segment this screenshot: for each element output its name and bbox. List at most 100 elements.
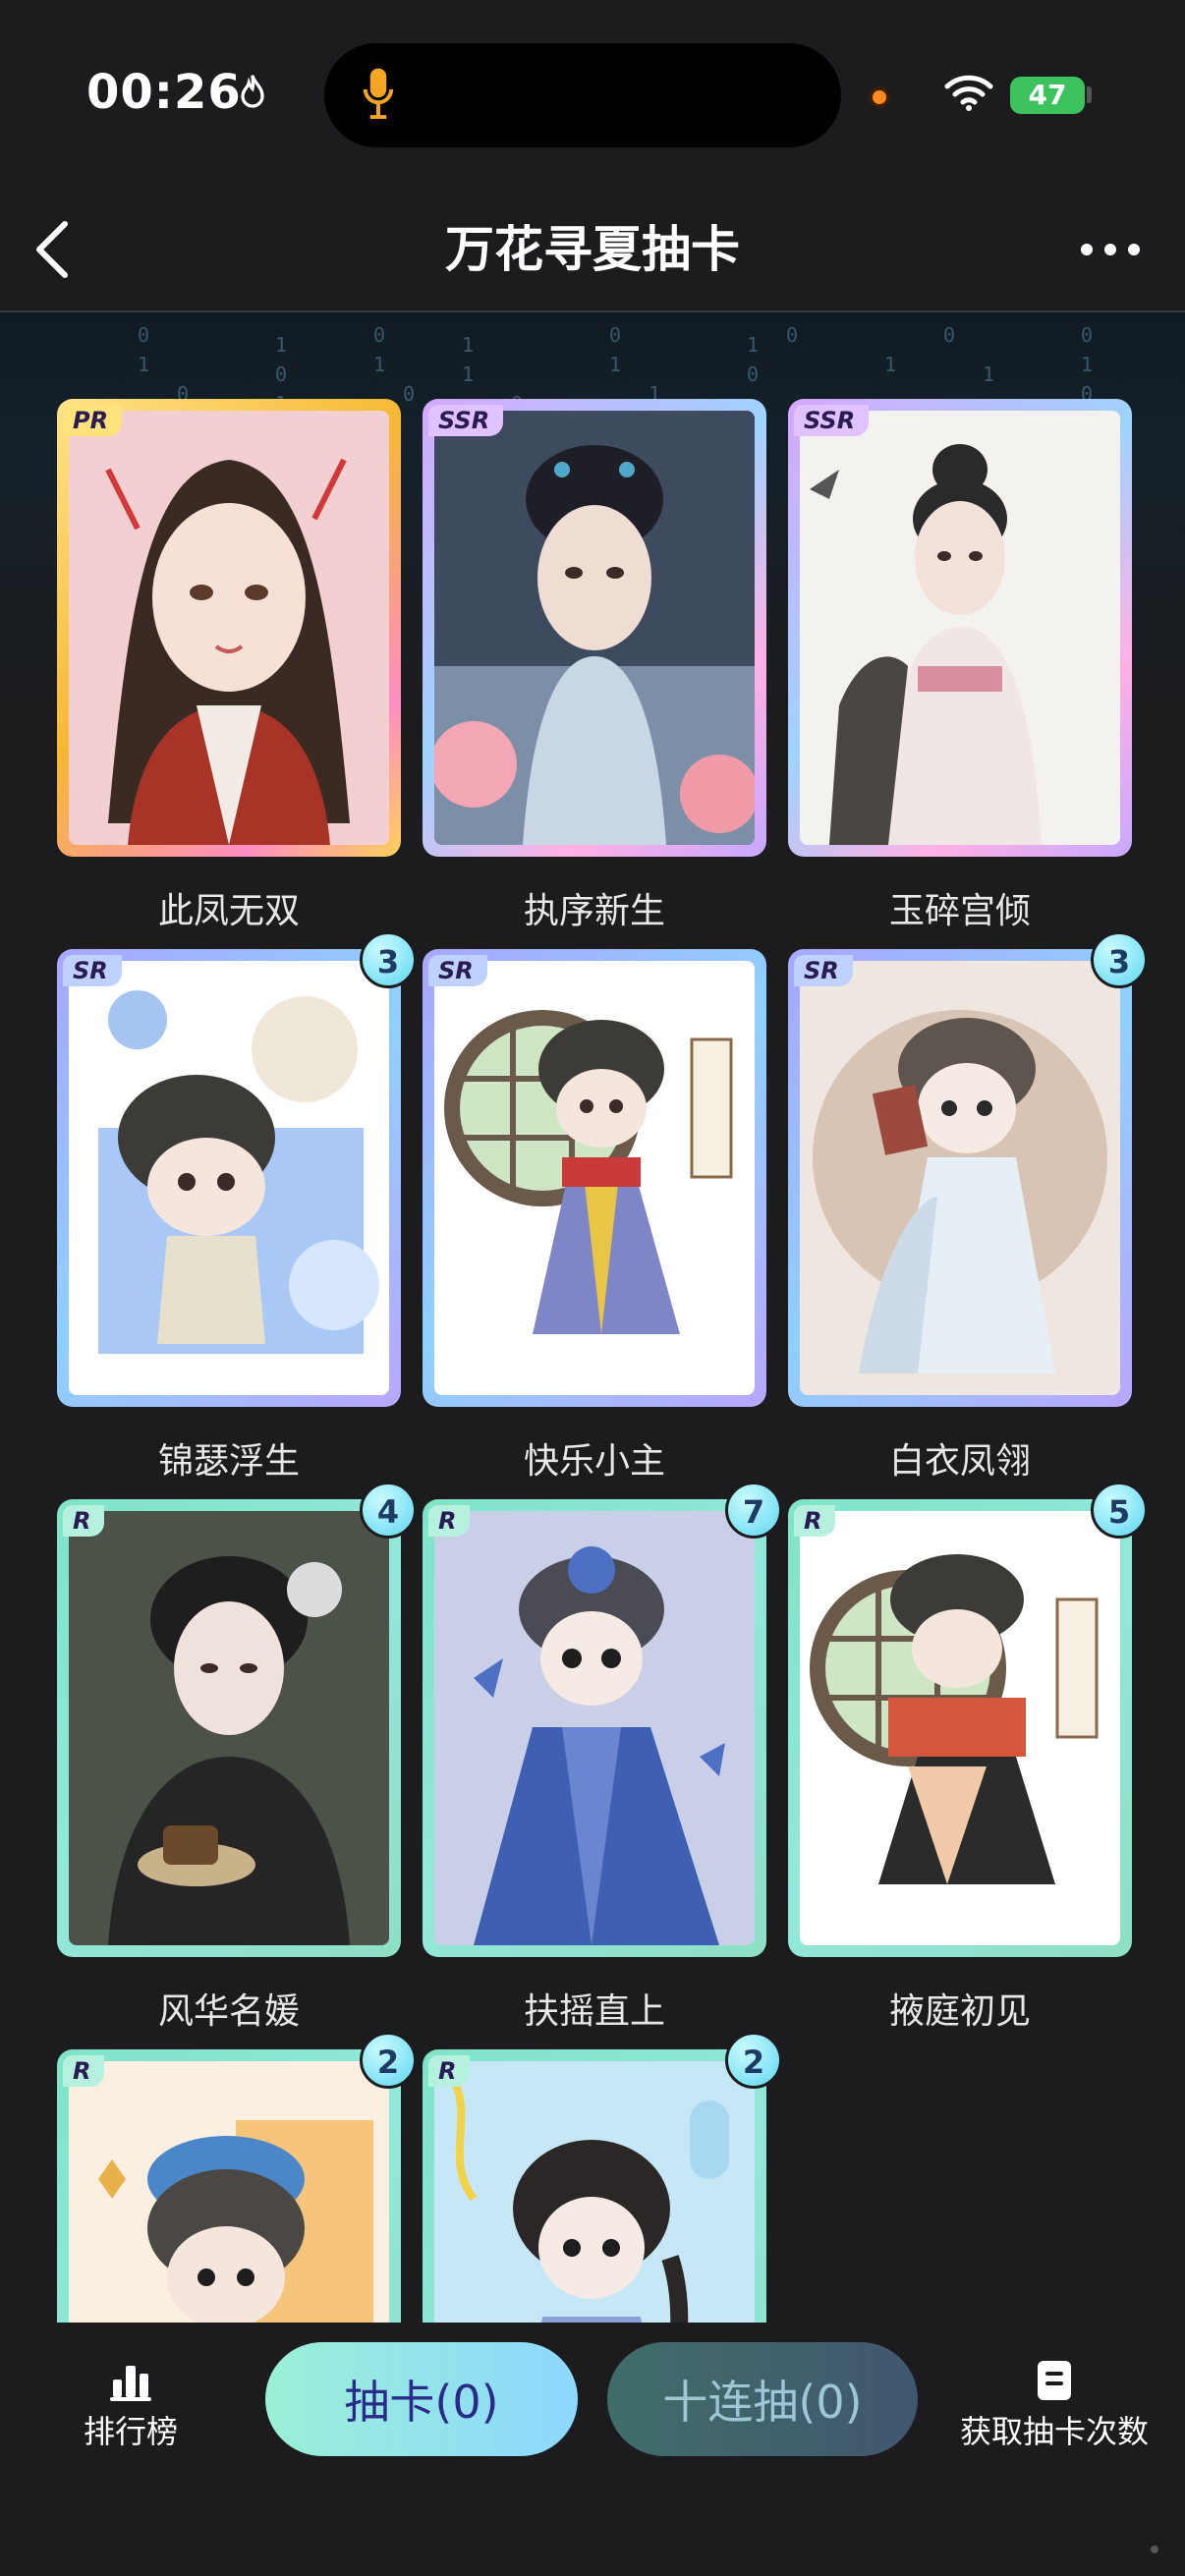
svg-text:0: 0 — [786, 323, 798, 347]
ranking-button[interactable]: 排行榜 — [77, 2360, 185, 2452]
rarity-badge: PR — [63, 405, 123, 436]
document-icon — [1038, 2361, 1071, 2400]
card-item[interactable]: PR 此凤无双 — [57, 399, 401, 933]
card-frame: SSR — [423, 399, 766, 857]
card-count-badge: 7 — [725, 1482, 782, 1539]
card-count-badge: 2 — [725, 2032, 782, 2089]
svg-text:0: 0 — [1081, 323, 1093, 347]
rarity-badge: R — [63, 2055, 105, 2087]
rarity-badge: SR — [63, 955, 122, 986]
card-frame: R 2 — [423, 2032, 782, 2323]
card-portrait-image — [800, 1511, 1120, 1945]
card-portrait-image — [434, 2061, 755, 2323]
camera-indicator — [869, 86, 890, 108]
page-title: 万花寻夏抽卡 — [445, 221, 740, 278]
rarity-badge: SR — [428, 955, 487, 986]
svg-text:0: 0 — [609, 323, 621, 347]
svg-text:1: 1 — [462, 333, 474, 357]
svg-text:1: 1 — [609, 353, 621, 376]
card-portrait-image — [800, 411, 1120, 845]
card-portrait-image — [69, 1511, 389, 1945]
rarity-badge: R — [63, 1505, 105, 1537]
rarity-badge: SR — [794, 955, 853, 986]
scroll-indicator-icon — [1151, 2546, 1158, 2553]
card-frame: R 2 — [57, 2032, 417, 2323]
card-count-badge: 4 — [360, 1482, 417, 1539]
card-item[interactable]: R 4 风华名媛 — [57, 1482, 417, 2034]
card-frame: SR 3 — [788, 931, 1148, 1407]
rarity-badge: R — [428, 2055, 471, 2087]
wifi-icon — [944, 75, 993, 111]
battery-level: 47 — [1028, 79, 1067, 111]
card-item[interactable]: SSR 玉碎宫倾 — [788, 399, 1132, 933]
card-name: 掖庭初见 — [888, 1991, 1031, 2032]
get-draws-button[interactable]: 获取抽卡次数 — [951, 2360, 1157, 2452]
dynamic-island — [324, 43, 841, 147]
svg-text:1: 1 — [884, 353, 896, 376]
svg-text:1: 1 — [373, 353, 385, 376]
svg-text:0: 0 — [943, 323, 955, 347]
card-frame: PR — [57, 399, 401, 857]
rarity-badge: R — [794, 1505, 836, 1537]
svg-text:1: 1 — [138, 353, 149, 376]
card-name: 扶摇直上 — [523, 1991, 665, 2032]
card-name: 快乐小主 — [523, 1441, 665, 1482]
draw-button[interactable]: 抽卡(0) — [265, 2342, 578, 2456]
card-item[interactable]: R 2 — [423, 2032, 782, 2323]
svg-text:1: 1 — [462, 363, 474, 386]
card-name: 锦瑟浮生 — [157, 1441, 300, 1482]
rarity-badge: SSR — [794, 405, 870, 436]
card-frame: R 4 — [57, 1482, 417, 1957]
battery-nub — [1087, 86, 1092, 103]
card-name: 白衣凤翎 — [888, 1441, 1031, 1482]
card-item[interactable]: SR 3 锦瑟浮生 — [57, 931, 417, 1484]
card-name: 执序新生 — [523, 891, 665, 931]
svg-text:1: 1 — [983, 363, 994, 386]
microphone-icon — [363, 68, 394, 120]
card-portrait-image — [800, 961, 1120, 1395]
card-frame: R 5 — [788, 1482, 1148, 1957]
card-portrait-image — [434, 1511, 755, 1945]
svg-text:0: 0 — [403, 382, 415, 406]
rarity-badge: SSR — [428, 405, 504, 436]
card-name: 此凤无双 — [157, 891, 300, 931]
more-icon[interactable] — [1079, 242, 1142, 257]
card-portrait-image — [69, 411, 389, 845]
status-time: 00:26 — [86, 65, 242, 120]
battery-icon: 47 — [1010, 77, 1085, 114]
rarity-badge: R — [428, 1505, 471, 1537]
svg-text:0: 0 — [373, 323, 385, 347]
card-name: 玉碎宫倾 — [888, 891, 1031, 931]
card-portrait-image — [69, 961, 389, 1395]
card-name: 风华名媛 — [157, 1991, 300, 2032]
card-count-badge: 3 — [1091, 931, 1148, 988]
flame-icon — [241, 75, 264, 108]
status-bar: 00:26 47 — [0, 0, 1185, 187]
ranking-label: 排行榜 — [83, 2413, 178, 2450]
card-item[interactable]: SR 3 白衣凤翎 — [788, 931, 1148, 1484]
svg-text:1: 1 — [747, 333, 759, 357]
svg-text:0: 0 — [138, 323, 149, 347]
card-collection[interactable]: 010 101 010 110 011 100 101 010 — [0, 312, 1185, 2323]
card-item[interactable]: R 5 掖庭初见 — [788, 1482, 1148, 2034]
card-item[interactable]: R 7 扶摇直上 — [423, 1482, 782, 2034]
card-frame: SR 3 — [57, 931, 417, 1407]
card-item[interactable]: SSR 执序新生 — [423, 399, 766, 933]
card-item[interactable]: SR 快乐小主 — [423, 949, 766, 1484]
card-count-badge: 5 — [1091, 1482, 1148, 1539]
card-frame: SR — [423, 949, 766, 1407]
card-portrait-image — [434, 411, 755, 845]
card-portrait-image — [69, 2061, 389, 2323]
ten-draw-button[interactable]: 十连抽(0) — [607, 2342, 918, 2456]
card-frame: R 7 — [423, 1482, 782, 1957]
svg-text:0: 0 — [275, 363, 287, 386]
card-count-badge: 2 — [360, 2032, 417, 2089]
card-portrait-image — [434, 961, 755, 1395]
svg-text:1: 1 — [1081, 353, 1093, 376]
svg-text:0: 0 — [747, 363, 759, 386]
card-frame: SSR — [788, 399, 1132, 857]
card-item[interactable]: R 2 — [57, 2032, 417, 2323]
ranking-icon — [110, 2366, 151, 2401]
get-draws-label: 获取抽卡次数 — [959, 2413, 1149, 2450]
svg-text:1: 1 — [275, 333, 287, 357]
